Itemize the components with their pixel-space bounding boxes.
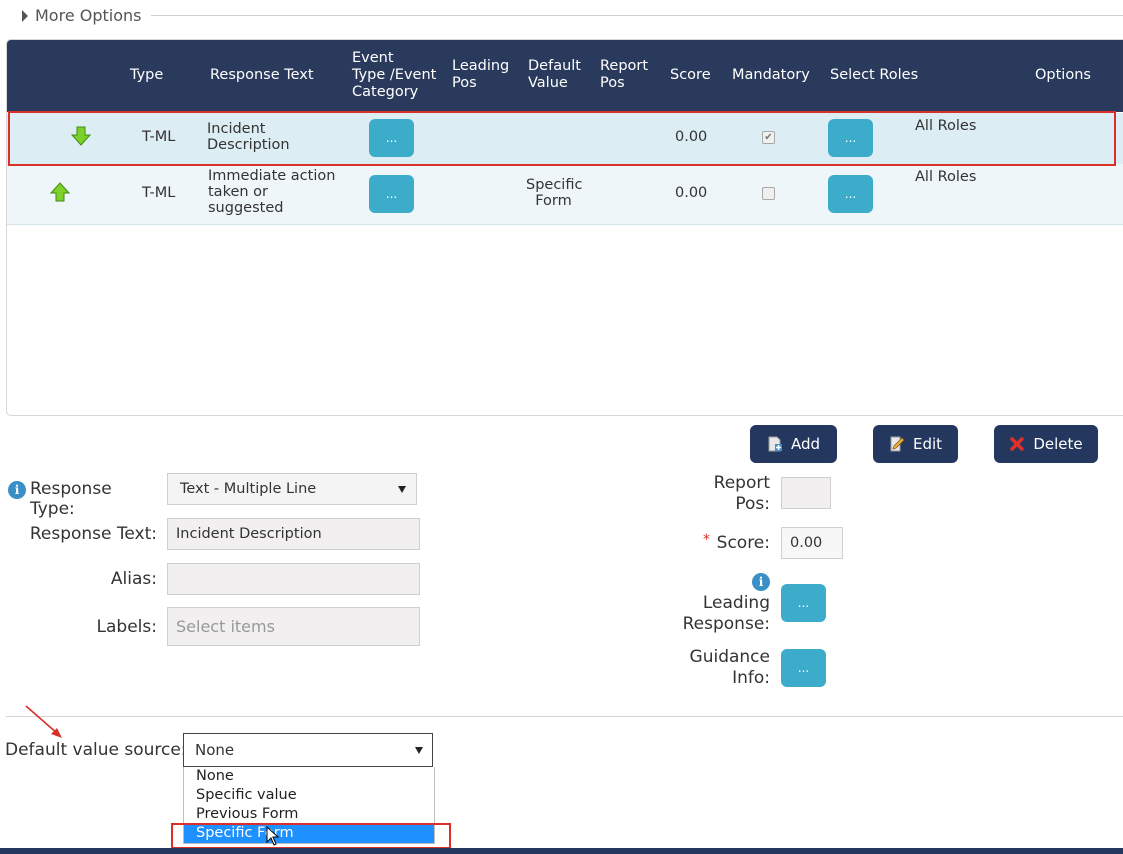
alias-label: Alias: xyxy=(110,569,157,589)
header-event-type-line3: Category xyxy=(352,84,419,100)
header-event-type[interactable]: Event Type /Event Category xyxy=(352,50,436,101)
leading-info-icon[interactable]: i xyxy=(752,573,770,591)
row-response-text: Immediate action taken or suggested xyxy=(208,168,335,216)
option-none[interactable]: None xyxy=(184,767,434,786)
header-event-type-line1: Event xyxy=(352,50,394,66)
section-divider xyxy=(6,716,1123,717)
more-options-label: More Options xyxy=(35,6,142,25)
row-response-line: suggested xyxy=(208,200,284,216)
mandatory-checkbox[interactable] xyxy=(762,187,775,200)
leading-label-line1: Leading xyxy=(702,593,770,613)
chevron-down-icon xyxy=(415,747,423,754)
row-default-line: Specific xyxy=(526,177,583,193)
report-pos-label-line2: Pos: xyxy=(735,494,770,514)
header-default-line2: Value xyxy=(528,75,568,91)
guidance-info-button[interactable]: ... xyxy=(781,649,826,687)
row-response-line: Immediate action xyxy=(208,168,336,184)
edit-button-label: Edit xyxy=(912,435,943,453)
annotation-arrow-icon xyxy=(25,705,62,738)
delete-x-icon xyxy=(1010,437,1025,451)
leading-label-line2: Response: xyxy=(682,614,770,634)
score-input[interactable]: 0.00 xyxy=(781,527,843,559)
leading-response-label: Leading Response: xyxy=(640,593,770,635)
responses-grid: Type Response Text Event Type /Event Cat… xyxy=(6,39,1123,416)
guidance-info-label: Guidance Info: xyxy=(640,647,770,689)
score-label: Score: xyxy=(716,533,770,553)
event-type-button[interactable]: ... xyxy=(369,175,414,213)
header-type[interactable]: Type xyxy=(130,67,163,84)
header-options: Options xyxy=(1035,67,1091,83)
labels-multiselect[interactable]: Select items xyxy=(167,607,420,646)
delete-button[interactable]: Delete xyxy=(994,425,1098,463)
row-score: 0.00 xyxy=(675,185,708,201)
bottom-bar xyxy=(0,848,1123,854)
select-roles-button[interactable]: ... xyxy=(828,175,873,213)
arrow-up-icon[interactable] xyxy=(50,182,70,202)
chevron-down-icon xyxy=(398,486,406,493)
header-report-line1: Report xyxy=(600,58,649,74)
option-specific-value[interactable]: Specific value xyxy=(184,786,434,805)
delete-button-label: Delete xyxy=(1033,435,1083,453)
expand-triangle-icon xyxy=(22,9,28,22)
default-source-selected: None xyxy=(195,741,235,759)
selected-row-highlight xyxy=(8,111,1116,166)
edit-pencil-icon xyxy=(890,436,905,452)
report-pos-label: Report Pos: xyxy=(640,473,770,515)
edit-button[interactable]: Edit xyxy=(873,425,958,463)
report-pos-label-line1: Report xyxy=(713,473,770,493)
header-event-type-line2: Type /Event xyxy=(352,67,437,83)
header-report-line2: Pos xyxy=(600,75,625,91)
header-leading-line2: Pos xyxy=(452,75,477,91)
more-options-toggle[interactable]: More Options xyxy=(22,6,152,25)
header-default-line1: Default xyxy=(528,58,581,74)
alias-input[interactable] xyxy=(167,563,420,595)
row-response-line: taken or xyxy=(208,184,269,200)
header-select-roles[interactable]: Select Roles xyxy=(830,67,918,84)
add-button-label: Add xyxy=(790,435,821,453)
response-type-value: Text - Multiple Line xyxy=(180,481,317,497)
add-document-icon xyxy=(768,436,782,452)
leading-response-button[interactable]: ... xyxy=(781,584,826,622)
labels-label: Labels: xyxy=(96,617,157,637)
more-options-divider xyxy=(150,15,1123,16)
guidance-label-line1: Guidance xyxy=(689,647,770,667)
default-value-source-select[interactable]: None xyxy=(183,733,433,767)
header-report-pos[interactable]: Report Pos xyxy=(600,58,648,92)
row-default-value: Specific Form xyxy=(526,177,583,209)
guidance-label-line2: Info: xyxy=(732,668,770,688)
header-default-value[interactable]: Default Value xyxy=(528,58,581,92)
response-type-select[interactable]: Text - Multiple Line xyxy=(167,473,417,505)
response-text-input[interactable]: Incident Description xyxy=(167,518,420,550)
report-pos-input[interactable] xyxy=(781,477,831,509)
row-roles: All Roles xyxy=(915,169,977,185)
header-leading-line1: Leading xyxy=(452,58,510,74)
row-type: T-ML xyxy=(142,185,176,201)
mouse-cursor-icon xyxy=(266,826,280,846)
table-row[interactable]: T-ML Immediate action taken or suggested… xyxy=(7,164,1123,225)
row-default-line: Form xyxy=(535,193,572,209)
grid-header: Type Response Text Event Type /Event Cat… xyxy=(7,40,1123,112)
default-value-source-label: Default value source: xyxy=(5,740,187,760)
add-button[interactable]: Add xyxy=(750,425,837,463)
header-score[interactable]: Score xyxy=(670,67,711,84)
option-previous-form[interactable]: Previous Form xyxy=(184,805,434,824)
info-icon[interactable]: i xyxy=(8,481,26,499)
response-type-label: Response Type: xyxy=(30,479,112,519)
header-response-text[interactable]: Response Text xyxy=(210,67,314,84)
header-mandatory[interactable]: Mandatory xyxy=(732,67,810,84)
option-highlight-box xyxy=(171,823,451,849)
header-leading-pos[interactable]: Leading Pos xyxy=(452,58,509,92)
response-text-label: Response Text: xyxy=(29,524,157,544)
